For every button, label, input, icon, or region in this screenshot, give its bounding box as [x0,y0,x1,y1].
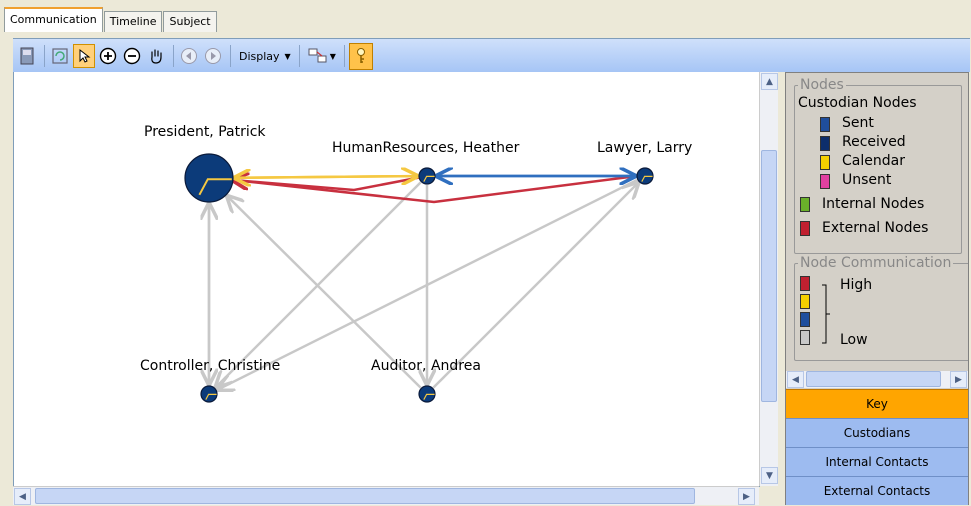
communication-graph[interactable]: President, Patrick HumanResources, Heath… [13,72,760,487]
zoom-out-button[interactable] [121,44,143,68]
internal-contacts-button[interactable]: Internal Contacts [786,447,968,476]
external-contacts-button[interactable]: External Contacts [786,476,968,505]
calendar-label: Calendar [842,153,905,169]
zoom-out-icon [123,47,141,65]
forward-icon [205,48,221,64]
custodian-nodes-title: Custodian Nodes [798,95,917,111]
chevron-down-icon: ▼ [329,51,336,61]
node-label-president: President, Patrick [144,124,266,140]
comm-low-swatch [800,330,810,345]
comm-high-swatch [800,276,810,291]
scroll-right-button[interactable]: ▶ [950,371,967,388]
nodes-legend-title: Nodes [798,77,846,93]
scroll-left-button[interactable]: ◀ [14,488,31,505]
key-toggle-button[interactable] [348,42,373,70]
comm-mid-low-swatch [800,312,810,327]
node-label-controller: Controller, Christine [140,358,281,374]
sent-swatch [820,117,830,132]
scroll-thumb[interactable] [806,371,941,387]
node-president[interactable] [184,153,234,203]
node-lawyer[interactable] [636,167,654,185]
node-communication-title: Node Communication [798,255,954,271]
scroll-thumb[interactable] [761,150,777,402]
refresh-icon [52,48,68,64]
node-label-lawyer: Lawyer, Larry [597,140,693,156]
layout-dropdown[interactable]: ▼ [304,44,340,68]
tab-communication[interactable]: Communication [4,7,103,32]
toolbar-separator [230,45,231,67]
graph-horizontal-scrollbar[interactable]: ◀ ▶ [13,486,759,505]
custodians-button[interactable]: Custodians [786,418,968,447]
tab-subject[interactable]: Subject [163,11,217,32]
layout-icon [308,48,327,63]
toolbar-separator [44,45,45,67]
zoom-in-icon [99,47,117,65]
pointer-icon [79,48,91,63]
unsent-swatch [820,174,830,189]
view-tabs: Communication Timeline Subject [4,7,218,32]
forward-button[interactable] [202,44,224,68]
node-label-hr: HumanResources, Heather [332,140,520,156]
received-label: Received [842,134,906,150]
comm-scale-bracket [822,284,830,344]
edge-auditor-to-lawyer[interactable] [432,183,638,389]
graph-svg [184,153,654,403]
edge-lawyer-to-president[interactable] [233,176,638,204]
key-icon [356,48,365,63]
node-controller[interactable] [200,385,218,403]
node-auditor[interactable] [418,385,436,403]
zoom-in-button[interactable] [97,44,119,68]
back-icon [181,48,197,64]
sent-label: Sent [842,115,874,131]
chevron-down-icon: ▼ [284,51,291,61]
node-label-auditor: Auditor, Andrea [371,358,481,374]
toolbar: Display ▼ ▼ [13,38,970,72]
comm-mid-high-swatch [800,294,810,309]
unsent-label: Unsent [842,172,892,188]
toolbar-separator [343,45,345,67]
save-button[interactable] [16,44,38,68]
comm-low-label: Low [840,332,868,348]
scroll-down-button[interactable]: ▼ [761,467,778,484]
tab-timeline[interactable]: Timeline [103,11,163,32]
internal-nodes-label: Internal Nodes [822,196,925,212]
display-dropdown[interactable]: Display ▼ [235,44,295,68]
display-label: Display [239,49,280,63]
external-nodes-swatch [800,221,810,236]
node-hr[interactable] [418,167,436,185]
calendar-swatch [820,155,830,170]
key-button[interactable]: Key [786,389,968,418]
toolbar-separator [173,45,174,67]
comm-high-label: High [840,277,873,293]
external-nodes-label: External Nodes [822,220,929,236]
legend-panel: Nodes Custodian Nodes Sent Received Cale… [785,72,969,505]
refresh-button[interactable] [49,44,71,68]
back-button[interactable] [178,44,200,68]
select-tool-button[interactable] [73,44,95,68]
scroll-up-button[interactable]: ▲ [761,73,778,90]
scroll-left-button[interactable]: ◀ [787,371,804,388]
legend-area: Nodes Custodian Nodes Sent Received Cale… [786,73,968,389]
pan-button[interactable] [145,44,167,68]
scroll-thumb[interactable] [35,488,695,504]
legend-horizontal-scrollbar[interactable]: ◀ ▶ [786,371,968,388]
internal-nodes-swatch [800,197,810,212]
received-swatch [820,136,830,151]
pan-hand-icon [151,49,162,64]
save-icon [20,47,34,65]
scroll-right-button[interactable]: ▶ [738,488,755,505]
edge-president-to-hr[interactable] [233,176,417,178]
graph-vertical-scrollbar[interactable]: ▲ ▼ [759,72,778,486]
toolbar-separator [298,45,300,67]
